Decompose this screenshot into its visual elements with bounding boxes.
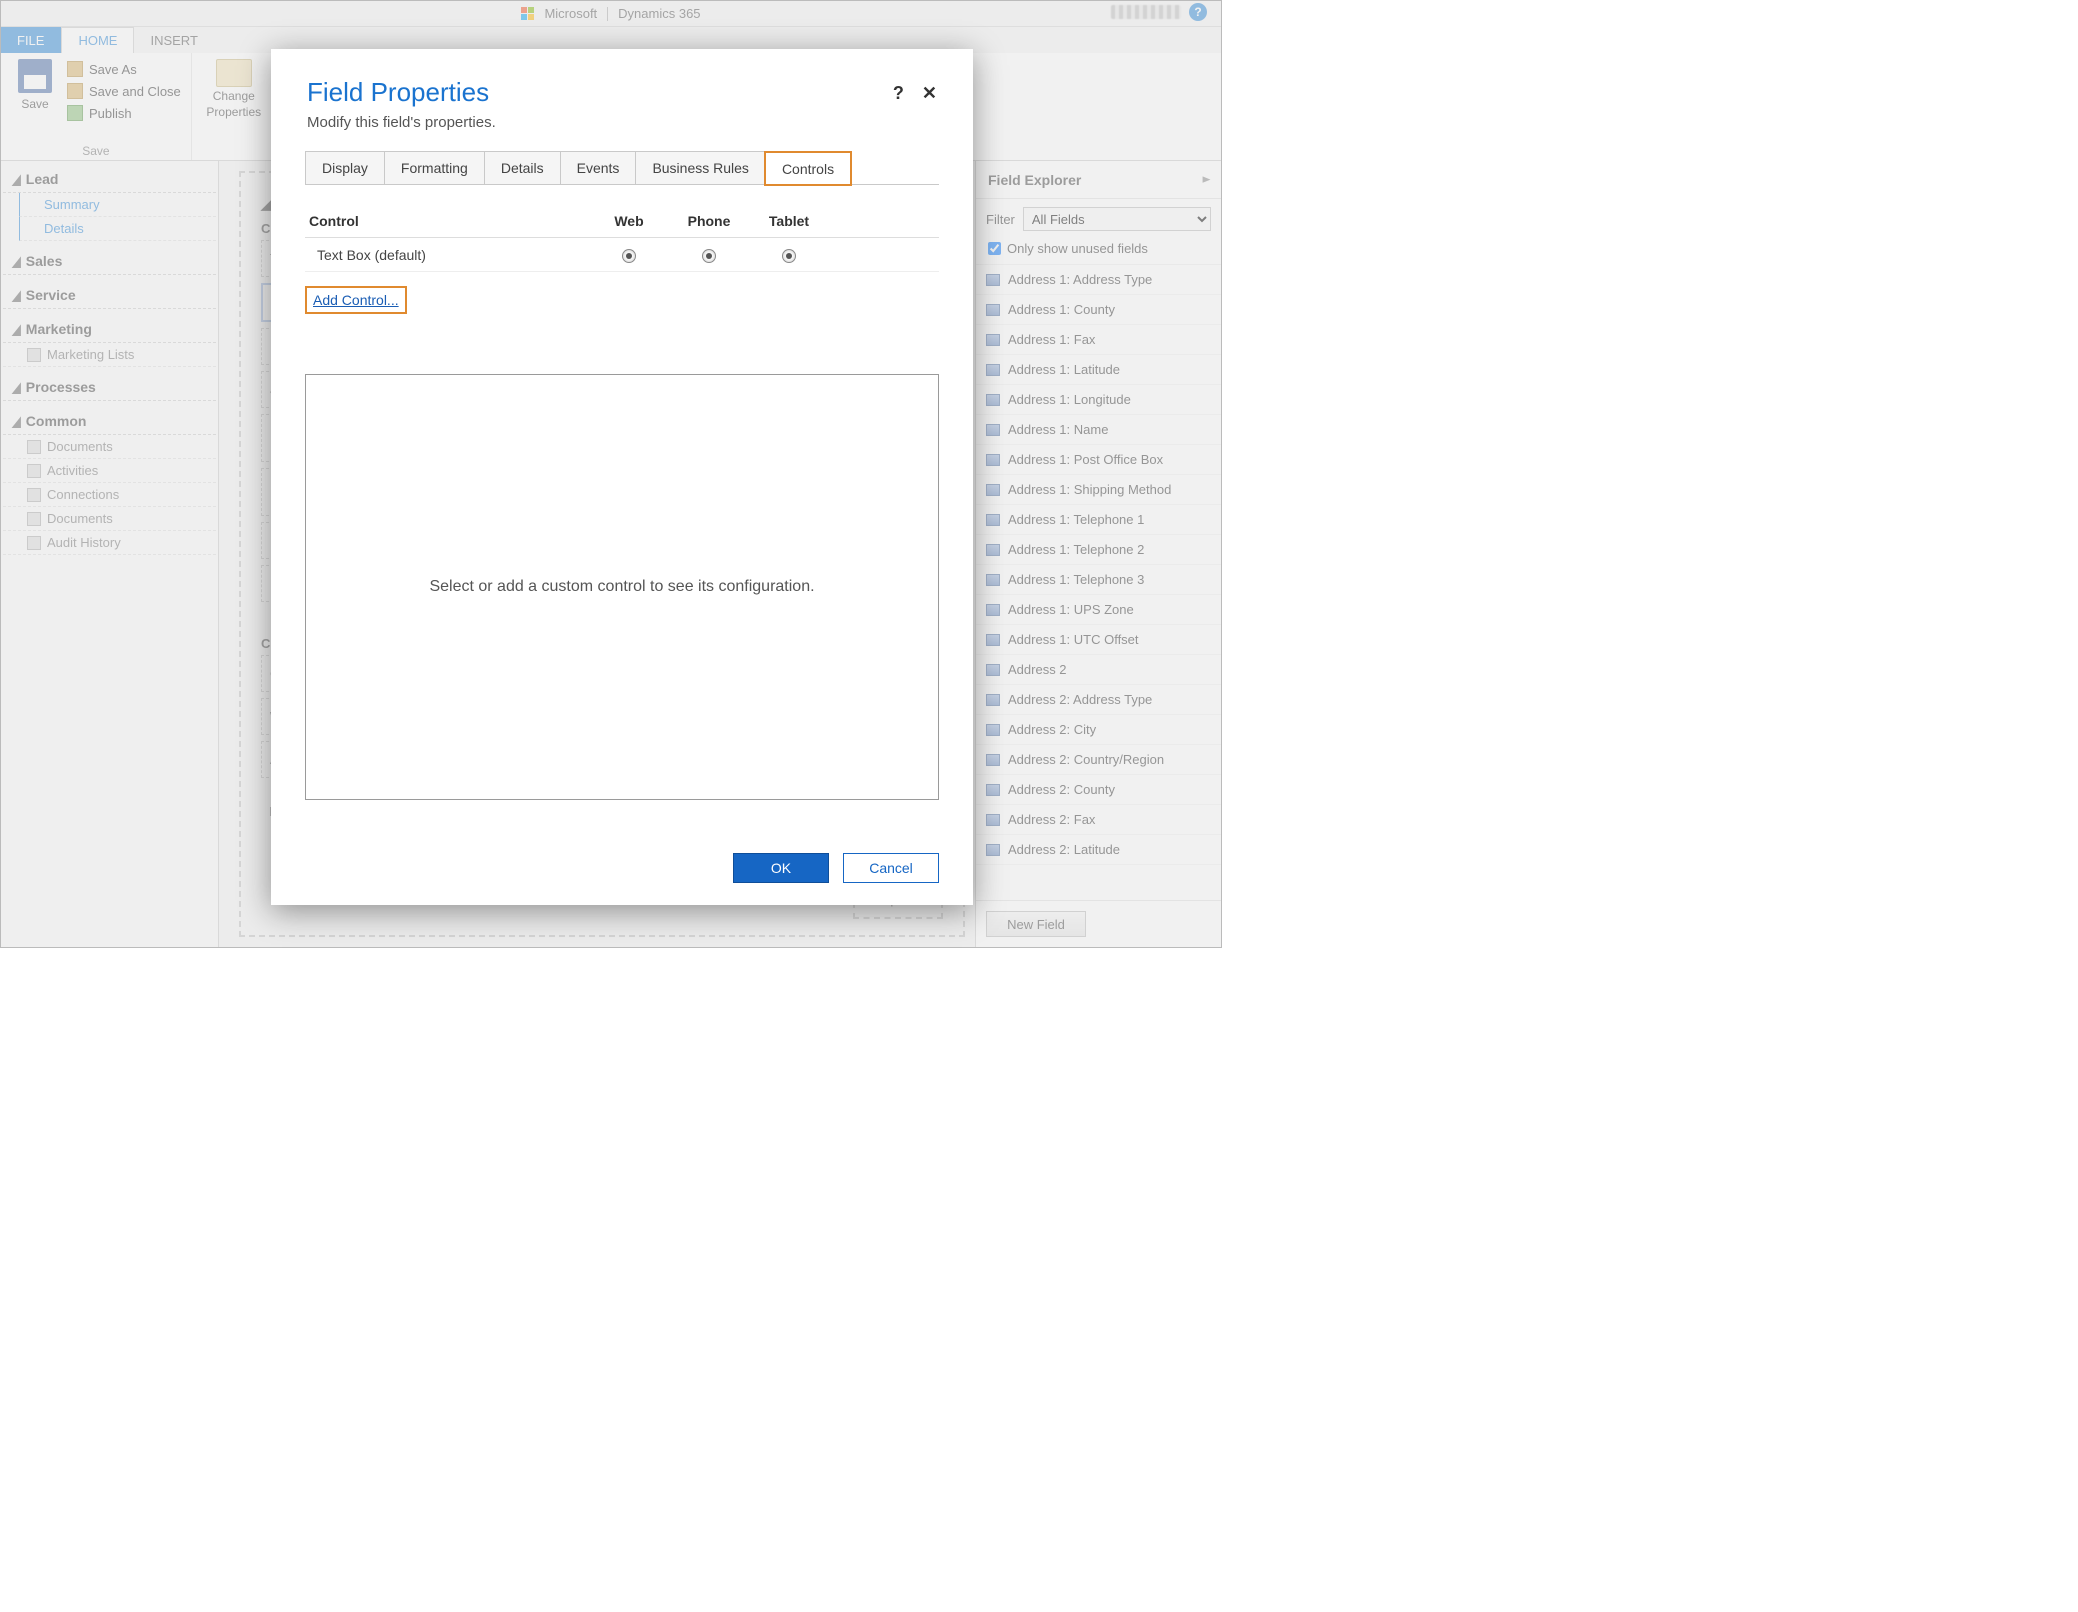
tab-formatting[interactable]: Formatting — [384, 151, 485, 184]
col-web: Web — [589, 213, 669, 229]
add-control-link[interactable]: Add Control... — [305, 286, 407, 314]
tab-controls[interactable]: Controls — [765, 152, 851, 185]
ok-button[interactable]: OK — [733, 853, 829, 883]
dialog-close-icon[interactable]: ✕ — [922, 83, 937, 131]
col-control: Control — [309, 213, 589, 229]
field-properties-dialog: Field Properties Modify this field's pro… — [271, 49, 973, 905]
dialog-help-icon[interactable]: ? — [893, 83, 904, 131]
tab-details[interactable]: Details — [484, 151, 561, 184]
col-phone: Phone — [669, 213, 749, 229]
control-config-area: Select or add a custom control to see it… — [305, 374, 939, 800]
tab-business-rules[interactable]: Business Rules — [635, 151, 766, 184]
radio-web[interactable] — [622, 249, 636, 263]
controls-table: Control Web Phone Tablet Text Box (defau… — [305, 205, 939, 272]
cancel-button[interactable]: Cancel — [843, 853, 939, 883]
control-name: Text Box (default) — [309, 247, 589, 263]
col-tablet: Tablet — [749, 213, 829, 229]
radio-phone[interactable] — [702, 249, 716, 263]
dialog-tabs: Display Formatting Details Events Busine… — [305, 151, 939, 185]
dialog-subtitle: Modify this field's properties. — [307, 114, 496, 131]
dialog-title: Field Properties — [307, 77, 496, 108]
radio-tablet[interactable] — [782, 249, 796, 263]
control-row[interactable]: Text Box (default) — [305, 238, 939, 272]
config-hint-text: Select or add a custom control to see it… — [429, 578, 814, 596]
tab-display[interactable]: Display — [305, 151, 385, 184]
tab-events[interactable]: Events — [560, 151, 637, 184]
